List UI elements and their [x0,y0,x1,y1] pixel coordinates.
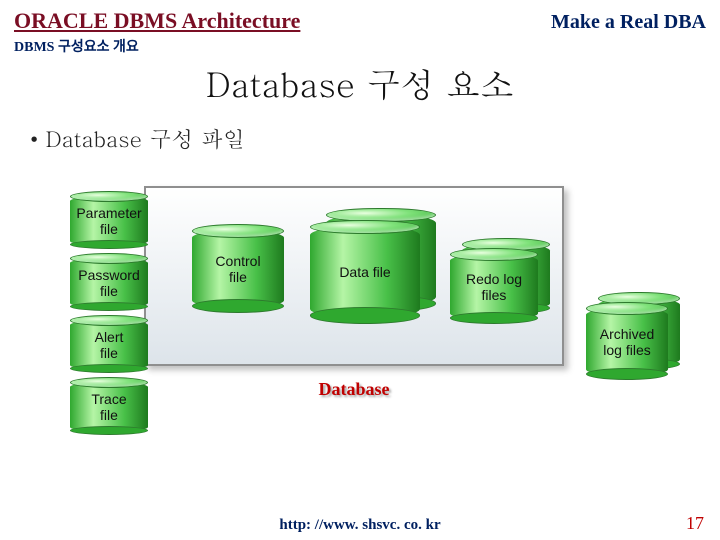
slide-header: ORACLE DBMS Architecture Make a Real DBA [0,0,720,34]
cylinder-password-file: Passwordfile [70,258,148,308]
cylinder-data-file: Data file [310,226,420,318]
slide-title: Database 구성 요소 [0,58,720,107]
cylinder-trace-file: Tracefile [70,382,148,432]
cylinder-redo-log-label: Redo logfiles [466,271,522,303]
cylinder-control-file: Controlfile [192,230,284,308]
cylinder-archived-log: Archivedlog files [586,308,668,376]
footer-url: http: //www. shsvc. co. kr [279,517,440,534]
header-subtitle: DBMS 구성요소 개요 [0,34,720,56]
cylinder-trace-file-label: Tracefile [91,391,126,423]
bullet-item: • Database 구성 파일 [0,107,720,154]
cylinder-parameter-file-label: Parameterfile [76,205,141,237]
cylinder-parameter-file: Parameterfile [70,196,148,246]
cylinder-archived-log-label: Archivedlog files [600,326,654,358]
database-container-label: Database [146,379,562,400]
cylinder-alert-file-label: Alertfile [95,329,124,361]
cylinder-data-file-label: Data file [339,264,390,280]
footer: http: //www. shsvc. co. kr [0,517,720,534]
cylinder-alert-file: Alertfile [70,320,148,370]
page-number: 17 [686,513,704,534]
header-title-right: Make a Real DBA [551,11,706,34]
cylinder-redo-log: Redo logfiles [450,254,538,320]
header-title-left: ORACLE DBMS Architecture [14,8,300,34]
diagram-stage: Database Parameterfile Passwordfile Aler… [0,154,720,484]
cylinder-control-file-label: Controlfile [215,253,260,285]
cylinder-password-file-label: Passwordfile [78,267,139,299]
